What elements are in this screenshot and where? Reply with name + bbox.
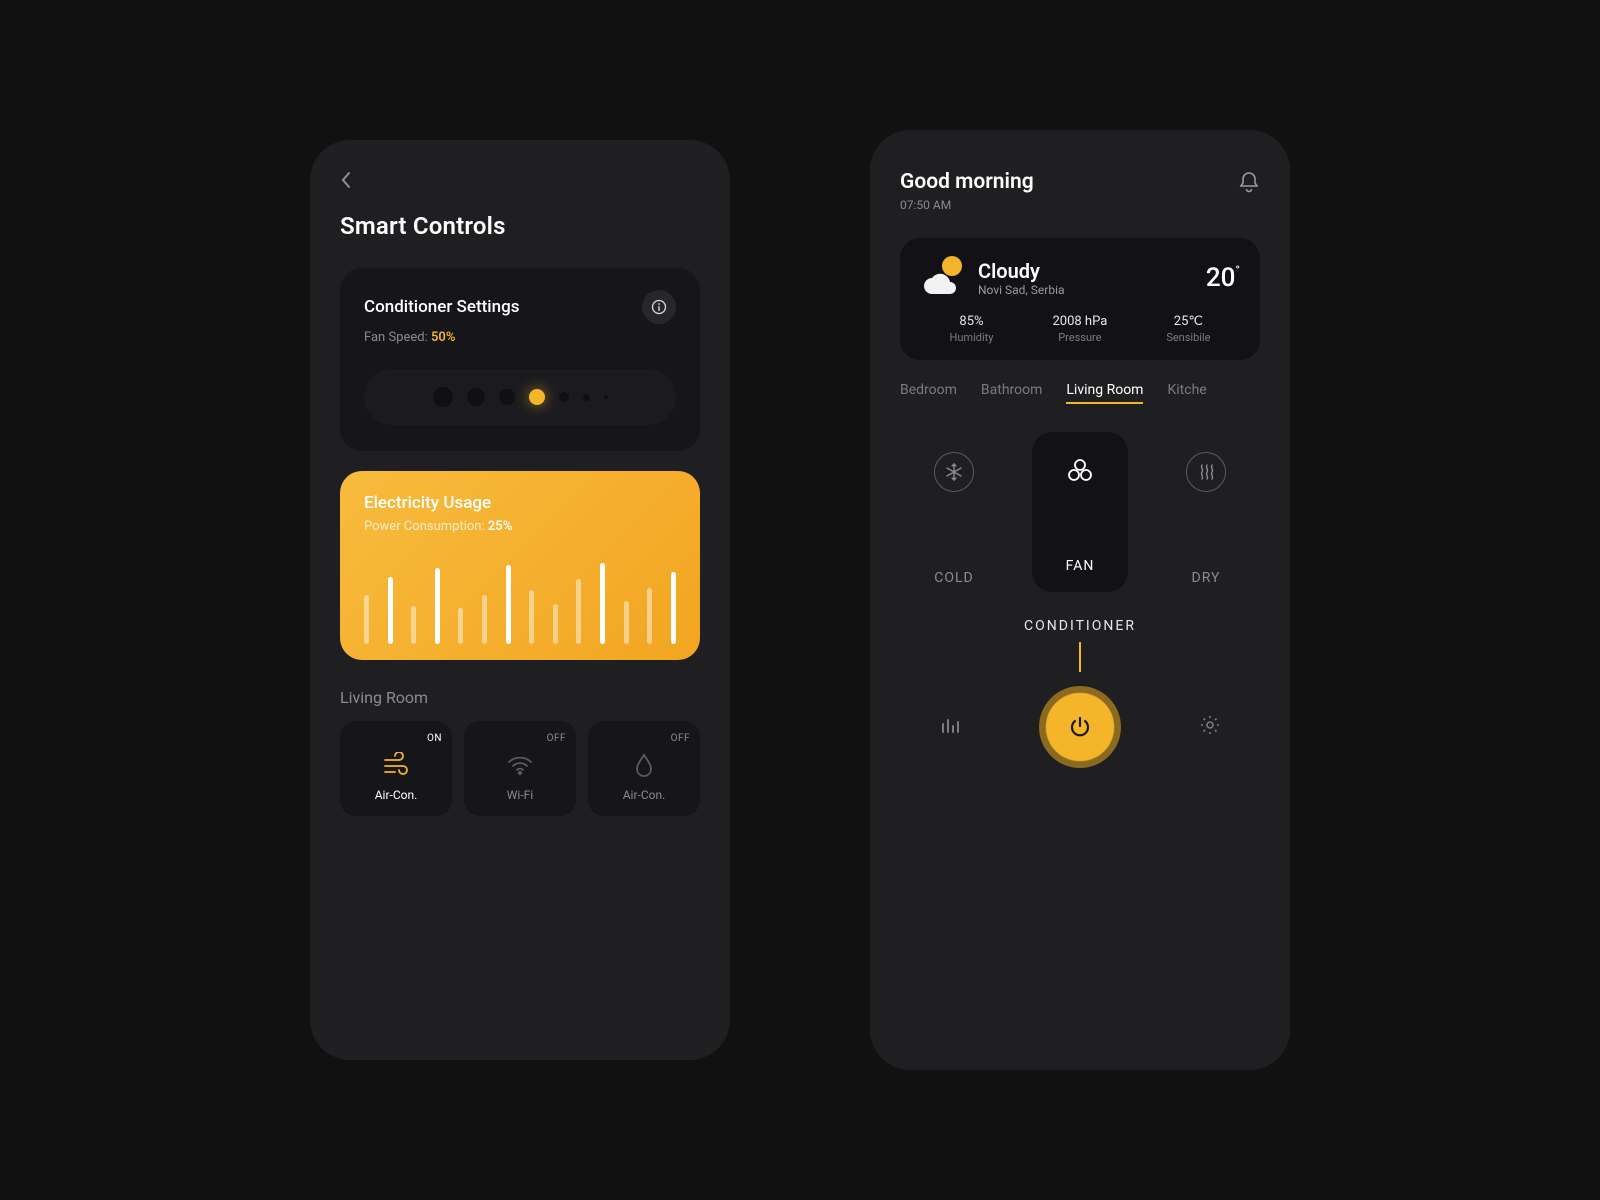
usage-bar [435,568,440,645]
usage-bar [671,572,676,644]
notifications-button[interactable] [1238,170,1260,198]
power-value: 25% [488,519,512,534]
weather-icon [920,256,964,300]
weather-location: Novi Sad, Serbia [978,283,1192,297]
snowflake-icon [934,452,974,492]
room-section-label: Living Room [340,688,700,707]
speed-dot [467,388,485,406]
speed-dot [604,395,608,399]
mode-fan[interactable]: FAN [1032,432,1128,592]
weather-stat-humidity: 85% Humidity [950,314,994,344]
greeting-title: Good morning [900,170,1034,194]
tile-state: OFF [671,733,690,744]
usage-bar [553,604,558,645]
usage-bar [388,577,393,645]
weather-stat-pressure: 2008 hPa Pressure [1052,314,1107,344]
usage-bar [506,565,511,644]
usage-bar [576,579,581,644]
stats-button[interactable] [939,714,961,740]
room-tab[interactable]: Bedroom [900,382,957,404]
modes-row: COLD FAN DRY [900,432,1260,592]
tile-state: ON [427,733,442,744]
conditioner-label: CONDITIONER [900,618,1260,634]
fan-speed-label: Fan Speed: [364,330,428,345]
usage-bar [600,563,605,644]
mode-label: COLD [934,570,973,586]
power-label: Power Consumption: [364,519,485,534]
room-tabs: Bedroom Bathroom Living Room Kitche [900,382,1260,404]
wind-icon [381,750,411,780]
tile-label: Wi-Fi [507,788,533,802]
weather-card: Cloudy Novi Sad, Serbia 20° 85% Humidity… [900,238,1260,360]
device-tiles-row: ON Air-Con. OFF Wi-Fi OFF Air-Con. [340,721,700,816]
bottom-nav [900,686,1260,768]
mode-cold[interactable]: COLD [906,432,1002,592]
conditioner-settings-card: Conditioner Settings Fan Speed: 50% [340,268,700,451]
room-tab[interactable]: Kitche [1167,382,1206,404]
device-tile-humidity[interactable]: OFF Air-Con. [588,721,700,816]
usage-bar [458,608,463,644]
mode-label: FAN [1066,558,1095,574]
mode-label: DRY [1192,570,1221,586]
usage-bar [529,590,534,644]
usage-bar [647,588,652,644]
speed-dot [559,392,569,402]
tile-label: Air-Con. [375,788,418,802]
back-button[interactable] [340,170,700,194]
fan-icon [1063,454,1097,488]
power-consumption-line: Power Consumption: 25% [364,519,676,534]
greeting-time: 07:50 AM [900,198,1034,212]
speed-dot [583,394,590,401]
weather-temperature: 20° [1206,263,1240,293]
fan-speed-slider[interactable] [364,369,676,425]
device-tile-aircon[interactable]: ON Air-Con. [340,721,452,816]
speed-dot [433,387,453,407]
electricity-usage-card: Electricity Usage Power Consumption: 25% [340,471,700,660]
electricity-card-title: Electricity Usage [364,493,676,513]
device-tile-wifi[interactable]: OFF Wi-Fi [464,721,576,816]
usage-bar [411,606,416,644]
usage-bar [364,595,369,645]
info-button[interactable] [642,290,676,324]
settings-button[interactable] [1199,714,1221,740]
power-button[interactable] [1039,686,1121,768]
room-tab[interactable]: Bathroom [981,382,1042,404]
phone-home: Good morning 07:50 AM Cloudy Novi Sad, S… [870,130,1290,1070]
fan-speed-value: 50% [431,330,455,345]
power-icon [1051,698,1109,756]
phone-smart-controls: Smart Controls Conditioner Settings Fan … [310,140,730,1060]
usage-bar [624,601,629,644]
heat-icon [1186,452,1226,492]
speed-dot [499,389,515,405]
weather-condition: Cloudy [978,259,1192,283]
page-title: Smart Controls [340,212,700,240]
conditioner-indicator-line [1079,642,1081,672]
conditioner-card-title: Conditioner Settings [364,297,519,317]
fan-speed-line: Fan Speed: 50% [364,330,676,345]
tile-state: OFF [547,733,566,744]
room-tab[interactable]: Living Room [1066,382,1143,404]
usage-bar-chart [364,554,676,644]
usage-bar [482,595,487,645]
tile-label: Air-Con. [623,788,666,802]
weather-stat-sensible: 25℃ Sensibile [1166,314,1210,344]
droplet-icon [629,750,659,780]
wifi-icon [505,750,535,780]
speed-dot-active [529,389,545,405]
mode-dry[interactable]: DRY [1158,432,1254,592]
